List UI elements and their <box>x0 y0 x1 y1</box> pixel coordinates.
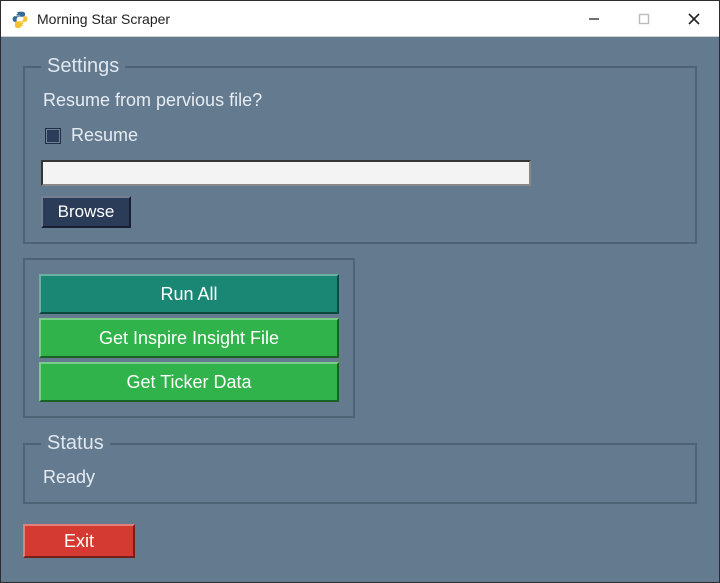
actions-group: Run All Get Inspire Insight File Get Tic… <box>23 258 355 418</box>
status-legend: Status <box>41 432 110 455</box>
resume-checkbox-row: Resume <box>45 125 679 146</box>
get-ticker-button[interactable]: Get Ticker Data <box>39 362 339 402</box>
resume-path-input[interactable] <box>41 160 531 186</box>
status-text: Ready <box>41 465 679 488</box>
status-group: Status Ready <box>23 432 697 504</box>
window-controls <box>569 1 719 36</box>
exit-button[interactable]: Exit <box>23 524 135 558</box>
close-icon <box>687 12 701 26</box>
python-icon <box>11 10 29 28</box>
settings-legend: Settings <box>41 55 125 78</box>
titlebar: Morning Star Scraper <box>1 1 719 37</box>
maximize-icon <box>638 13 650 25</box>
path-row <box>41 160 679 186</box>
resume-question: Resume from pervious file? <box>43 90 679 111</box>
minimize-button[interactable] <box>569 1 619 36</box>
close-button[interactable] <box>669 1 719 36</box>
resume-checkbox-label: Resume <box>71 125 138 146</box>
client-area: Settings Resume from pervious file? Resu… <box>1 37 719 582</box>
window-title: Morning Star Scraper <box>37 11 170 27</box>
minimize-icon <box>588 13 600 25</box>
settings-group: Settings Resume from pervious file? Resu… <box>23 55 697 244</box>
run-all-button[interactable]: Run All <box>39 274 339 314</box>
maximize-button[interactable] <box>619 1 669 36</box>
app-window: Morning Star Scraper Settings Resume fro… <box>0 0 720 583</box>
browse-button[interactable]: Browse <box>41 196 131 228</box>
resume-checkbox[interactable] <box>45 128 61 144</box>
get-inspire-button[interactable]: Get Inspire Insight File <box>39 318 339 358</box>
